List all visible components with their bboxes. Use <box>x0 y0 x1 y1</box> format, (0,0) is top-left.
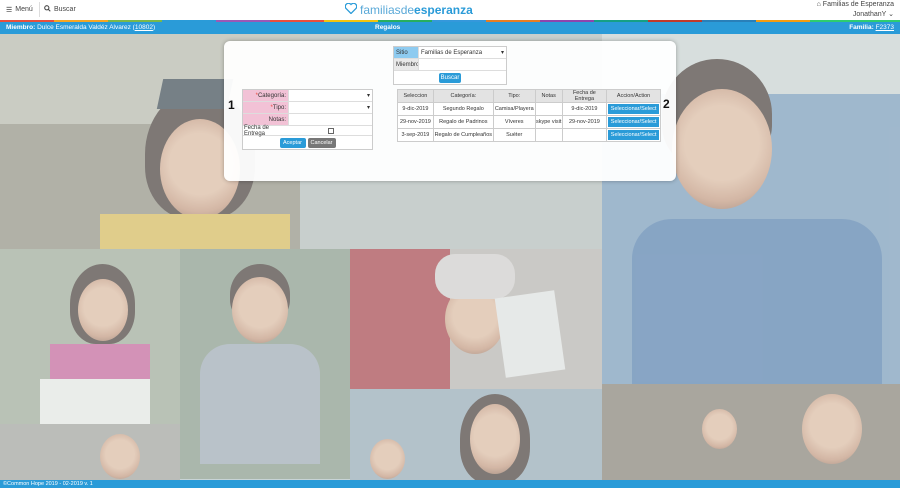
footer: ©Common Hope 2019 - 02-2019 v. 1 <box>0 480 900 488</box>
cell-notas <box>534 128 563 142</box>
member-id-link[interactable]: 10802 <box>135 24 153 31</box>
chevron-down-icon: ▾ <box>366 93 370 99</box>
site-select-value: Familias de Esperanza <box>421 49 483 56</box>
notes-input[interactable] <box>288 114 372 125</box>
home-icon: ⌂ <box>816 1 821 8</box>
chevron-down-icon: ⌄ <box>886 11 894 18</box>
delivery-date-label: Fecha de Entrega <box>243 125 289 137</box>
photo-boy-standing <box>180 249 350 479</box>
member-search-input[interactable] <box>418 59 506 70</box>
cell-categoria: Regalo de Cumpleaños <box>432 128 494 142</box>
member-label: Miembro: <box>6 24 36 31</box>
search-label: Buscar <box>54 6 76 13</box>
cell-fecha <box>561 128 608 142</box>
cell-accion: Seleccionar/Select <box>606 115 661 129</box>
callout-1: 1 <box>228 98 235 112</box>
callout-2: 2 <box>663 97 670 111</box>
cancel-button[interactable]: Cancelar <box>307 137 336 148</box>
type-label: * Tipo: <box>243 102 288 113</box>
logo-word-familias: familias <box>360 3 401 17</box>
category-label-text: Categoría: <box>257 92 286 99</box>
top-header: ☰ Menú Buscar familiasdeesperanza ⌂ Fami… <box>0 0 900 20</box>
search-icon <box>44 5 51 14</box>
cell-seleccion: 29-nov-2019 <box>397 115 434 129</box>
chevron-down-icon: ▾ <box>500 50 504 56</box>
member-info: Miembro: Dulce Esmeralda Valdéz Alvarez … <box>6 24 156 31</box>
select-row-button[interactable]: Seleccionar/Select <box>608 104 659 114</box>
member-name: Dulce Esmeralda Valdéz Alvarez <box>37 24 131 31</box>
user-name: JonathanY <box>852 11 887 18</box>
cell-categoria: Segundo Regalo <box>432 102 494 116</box>
col-header-categoria: Categoría: <box>432 89 494 103</box>
col-header-notas: Notas <box>534 89 563 103</box>
table-row: 3-sep-2019 Regalo de Cumpleaños Suéter S… <box>397 128 661 142</box>
photo-girl <box>0 249 180 424</box>
app-logo[interactable]: familiasdeesperanza <box>344 2 473 18</box>
cell-fecha: 29-nov-2019 <box>561 115 608 129</box>
select-row-button[interactable]: Seleccionar/Select <box>608 130 659 140</box>
member-search-label: Miembro <box>394 59 419 70</box>
gift-form: * Categoría: ▾ * Tipo: ▾ Notas: Fecha de E… <box>242 89 373 150</box>
search-button[interactable]: Buscar <box>38 2 82 17</box>
chevron-down-icon: ▾ <box>366 105 370 111</box>
hamburger-icon: ☰ <box>6 6 13 14</box>
logo-word-esperanza: esperanza <box>414 3 473 17</box>
table-row: 9-dic-2019 Segundo Regalo Camisa/Playera… <box>397 102 661 116</box>
family-info: Familia: F2373 <box>849 24 894 31</box>
cell-tipo: Camisa/Playera <box>492 102 536 116</box>
col-header-tipo: Tipo: <box>492 89 536 103</box>
menu-label: Menú <box>15 6 33 13</box>
table-header-row: Seleccion Categoría: Tipo: Notas Fecha d… <box>397 89 661 103</box>
cell-seleccion: 9-dic-2019 <box>397 102 434 116</box>
logo-word-de: de <box>400 3 415 17</box>
cell-notas: skype visit <box>534 115 563 129</box>
col-header-accion: Accion/Action <box>606 89 661 103</box>
heart-icon <box>344 2 358 17</box>
table-row: 29-nov-2019 Regalo de Padrinos Víveres s… <box>397 115 661 129</box>
member-bar: Miembro: Dulce Esmeralda Valdéz Alvarez … <box>0 22 900 34</box>
category-select[interactable]: ▾ <box>288 90 372 101</box>
select-row-button[interactable]: Seleccionar/Select <box>608 117 659 127</box>
family-label: Familia: <box>849 24 874 31</box>
col-header-seleccion: Seleccion <box>397 89 434 103</box>
search-member-button[interactable]: Buscar <box>439 72 461 83</box>
photo-volunteer <box>350 389 602 480</box>
accept-button[interactable]: Aceptar <box>279 137 306 148</box>
cell-tipo: Suéter <box>492 128 536 142</box>
cell-accion: Seleccionar/Select <box>606 102 661 116</box>
site-label: Sitio <box>394 47 418 58</box>
delivery-date-checkbox-cell <box>289 126 372 135</box>
photo-baby <box>350 249 602 389</box>
org-name[interactable]: ⌂ Familias de Esperanza <box>817 1 894 8</box>
category-label: * Categoría: <box>243 90 288 101</box>
cell-categoria: Regalo de Padrinos <box>432 115 494 129</box>
type-label-text: Tipo: <box>272 104 286 111</box>
site-search-form: Sitio Familias de Esperanza ▾ Miembro Bu… <box>393 46 507 85</box>
org-name-label: Familias de Esperanza <box>822 1 894 8</box>
cell-seleccion: 3-sep-2019 <box>397 128 434 142</box>
page-title: Regalos <box>375 24 401 31</box>
col-header-fecha: Fecha de Entrega <box>561 89 608 103</box>
notes-label: Notas: <box>243 114 288 125</box>
cell-accion: Seleccionar/Select <box>606 128 661 142</box>
family-id-link[interactable]: F2373 <box>876 24 894 31</box>
delivery-date-checkbox[interactable] <box>327 127 334 134</box>
photo-kids-class <box>602 384 900 480</box>
cell-tipo: Víveres <box>492 115 536 129</box>
user-menu[interactable]: JonathanY ⌄ <box>853 10 894 18</box>
gifts-table: Seleccion Categoría: Tipo: Notas Fecha d… <box>397 89 661 142</box>
cell-notas <box>534 102 563 116</box>
photo-child-bottom <box>0 424 180 480</box>
type-select[interactable]: ▾ <box>288 102 372 113</box>
site-select[interactable]: Familias de Esperanza ▾ <box>418 47 506 58</box>
menu-button[interactable]: ☰ Menú <box>0 2 40 17</box>
cell-fecha: 9-dic-2019 <box>561 102 608 116</box>
